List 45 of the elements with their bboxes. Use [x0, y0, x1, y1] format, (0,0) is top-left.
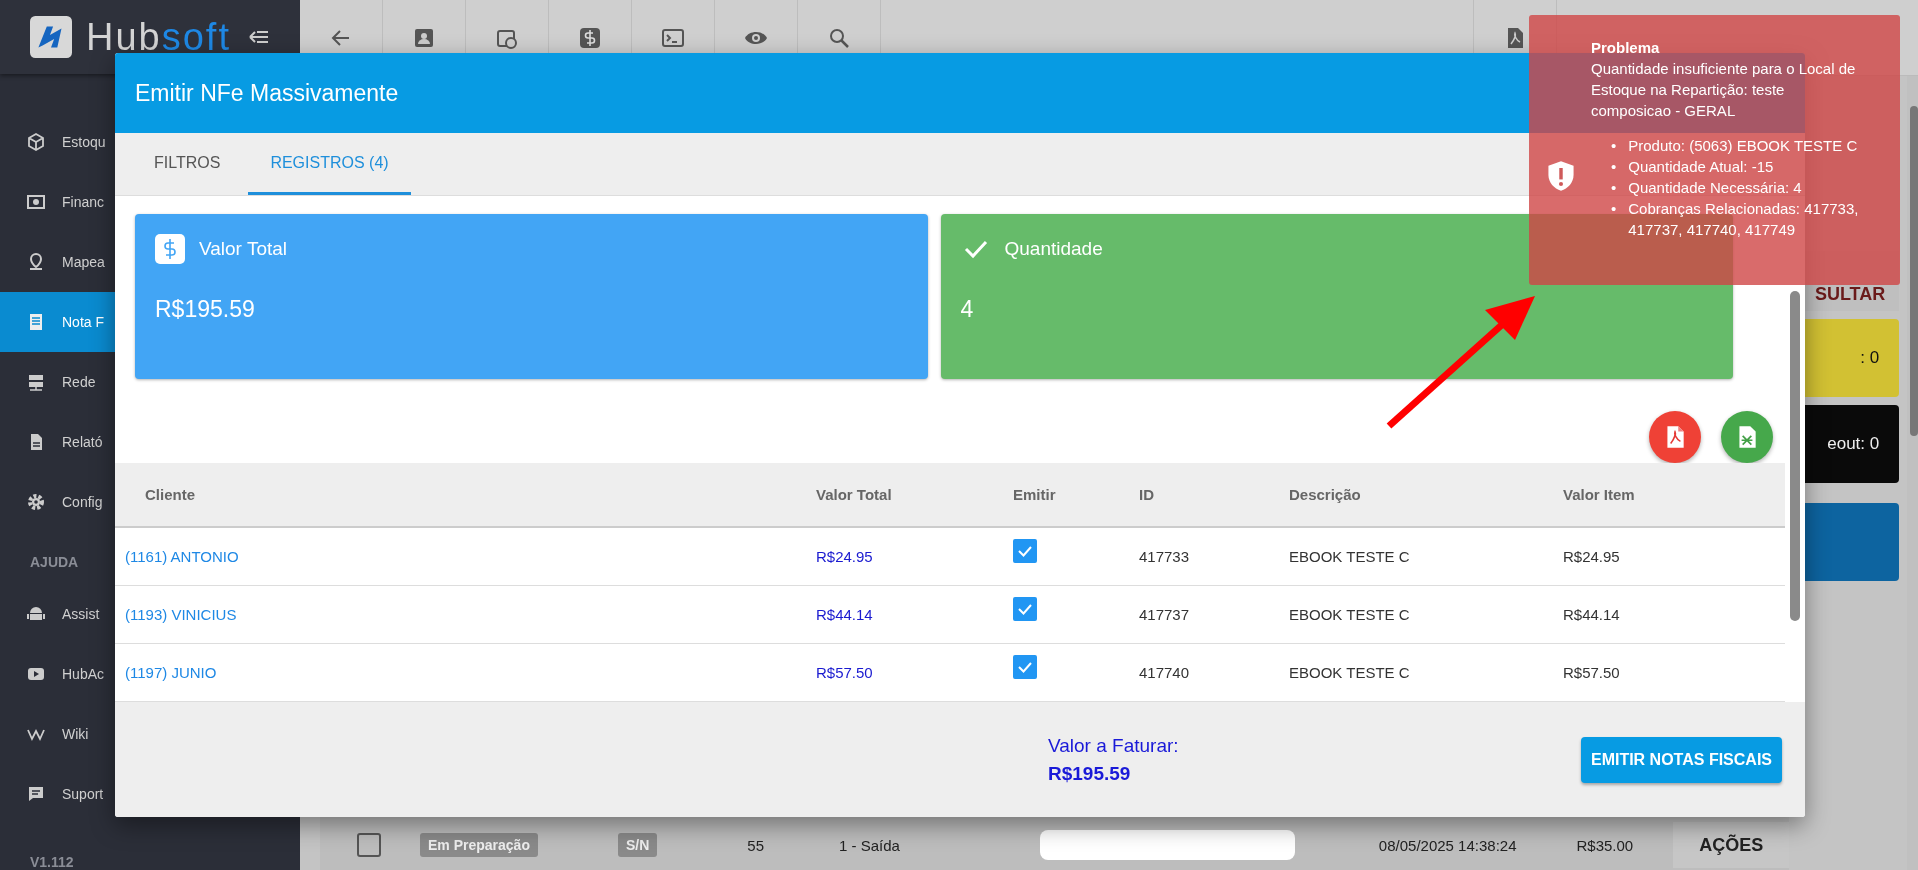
- toast-title: Problema: [1591, 38, 1661, 58]
- toast-message: Quantidade insuficiente para o Local de Estoque na Repartição: teste composicao - GERAL: [1591, 59, 1857, 121]
- card-value: R$195.59: [155, 296, 256, 323]
- table-cell: R$24.95: [1563, 548, 1620, 565]
- status-tag: Em Preparação: [420, 833, 538, 857]
- table-cell: EBOOK TESTE C: [1289, 664, 1410, 681]
- table-cell: 417740: [1139, 664, 1190, 681]
- table-cell: R$44.14: [816, 606, 873, 623]
- table-cell: 1 - Saída: [839, 836, 900, 854]
- card-label: Quantidade: [1004, 238, 1103, 260]
- dialog-title: Emitir NFe Massivamente: [135, 79, 399, 107]
- table-cell: 417737: [1139, 606, 1190, 623]
- column-header: Valor Item: [1563, 486, 1635, 503]
- toast-detail: Cobranças Relacionadas: 417733, 417737, 417740, 417749: [1628, 199, 1860, 240]
- card-text: : 0: [1860, 348, 1880, 368]
- table-cell: R$57.50: [1563, 664, 1620, 681]
- card-value: 4: [960, 296, 975, 323]
- list-bullet: •: [1611, 199, 1617, 219]
- table-cell: 08/05/2025 14:38:24: [1378, 836, 1517, 854]
- column-header: Descrição: [1289, 486, 1361, 503]
- table-cell: R$24.95: [816, 548, 873, 565]
- card-text: eout: 0: [1827, 434, 1880, 454]
- toast-detail: Quantidade Necessária: 4: [1628, 178, 1802, 198]
- serie-tag: S/N: [617, 833, 658, 857]
- version-label: V1.112: [29, 853, 75, 870]
- total-value: R$195.59: [1048, 762, 1132, 785]
- column-header: Cliente: [144, 486, 195, 503]
- total-label: Valor a Faturar:: [1048, 734, 1179, 757]
- column-header: Emitir: [1013, 486, 1056, 503]
- table-cell: 55: [747, 836, 764, 854]
- list-bullet: •: [1611, 178, 1617, 198]
- card-label: Valor Total: [199, 238, 287, 260]
- table-cell: R$57.50: [816, 664, 873, 681]
- table-cell: R$44.14: [1563, 606, 1620, 623]
- list-bullet: •: [1611, 136, 1617, 156]
- table-cell: EBOOK TESTE C: [1289, 606, 1410, 623]
- table-cell: EBOOK TESTE C: [1289, 548, 1410, 565]
- toast-detail: Produto: (5063) EBOOK TESTE C: [1628, 136, 1858, 156]
- section-label: AJUDA: [30, 554, 79, 570]
- column-header: ID: [1139, 486, 1154, 503]
- table-cell: 417733: [1139, 548, 1190, 565]
- toast-detail: Quantidade Atual: -15: [1628, 157, 1774, 177]
- column-header: Valor Total: [816, 486, 892, 503]
- table-cell: R$35.00: [1576, 836, 1634, 854]
- list-bullet: •: [1611, 157, 1617, 177]
